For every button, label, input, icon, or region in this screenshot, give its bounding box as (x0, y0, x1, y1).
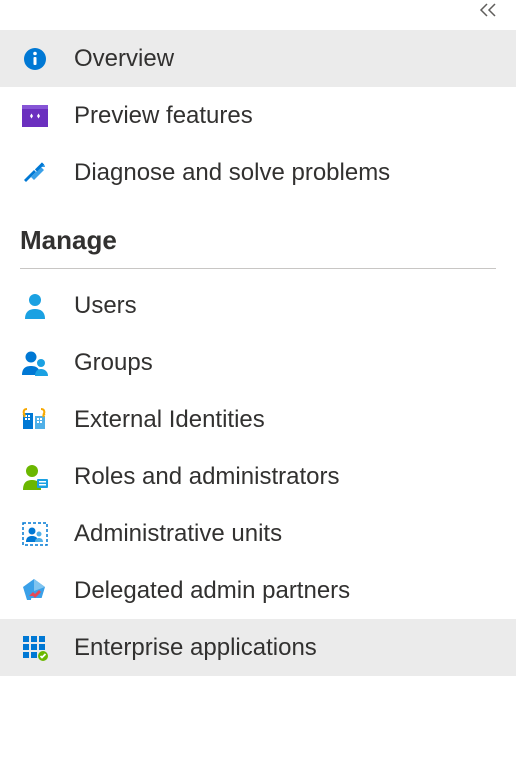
info-icon (20, 44, 50, 74)
admin-units-icon (20, 519, 50, 549)
nav-item-label: Users (74, 292, 137, 320)
chevron-double-left-icon (478, 3, 498, 17)
nav-item-admin-units[interactable]: Administrative units (0, 505, 516, 562)
nav-item-delegated[interactable]: Delegated admin partners (0, 562, 516, 619)
section-title: Manage (20, 225, 117, 255)
nav-item-label: Delegated admin partners (74, 577, 350, 605)
groups-icon (20, 348, 50, 378)
roles-icon (20, 462, 50, 492)
nav-item-groups[interactable]: Groups (0, 334, 516, 391)
nav-item-label: Administrative units (74, 520, 282, 548)
sparkle-icon (20, 101, 50, 131)
nav-item-enterprise-apps[interactable]: Enterprise applications (0, 619, 516, 676)
collapse-sidebar-button[interactable] (478, 2, 498, 20)
nav-item-users[interactable]: Users (0, 277, 516, 334)
apps-icon (20, 633, 50, 663)
nav-item-preview-features[interactable]: Preview features (0, 87, 516, 144)
nav-item-roles[interactable]: Roles and administrators (0, 448, 516, 505)
nav-item-label: Preview features (74, 102, 253, 130)
section-divider (20, 268, 496, 269)
nav-item-label: Diagnose and solve problems (74, 159, 390, 187)
sidebar-nav: Overview Preview features Diagnose and s… (0, 0, 516, 676)
tools-icon (20, 158, 50, 188)
nav-item-label: Overview (74, 45, 174, 73)
nav-item-external-identities[interactable]: External Identities (0, 391, 516, 448)
nav-item-label: External Identities (74, 406, 265, 434)
nav-item-label: Groups (74, 349, 153, 377)
section-header-manage: Manage (0, 201, 516, 264)
nav-item-overview[interactable]: Overview (0, 30, 516, 87)
user-icon (20, 291, 50, 321)
nav-item-diagnose[interactable]: Diagnose and solve problems (0, 144, 516, 201)
delegated-icon (20, 576, 50, 606)
external-icon (20, 405, 50, 435)
nav-item-label: Enterprise applications (74, 634, 317, 662)
nav-item-label: Roles and administrators (74, 463, 339, 491)
